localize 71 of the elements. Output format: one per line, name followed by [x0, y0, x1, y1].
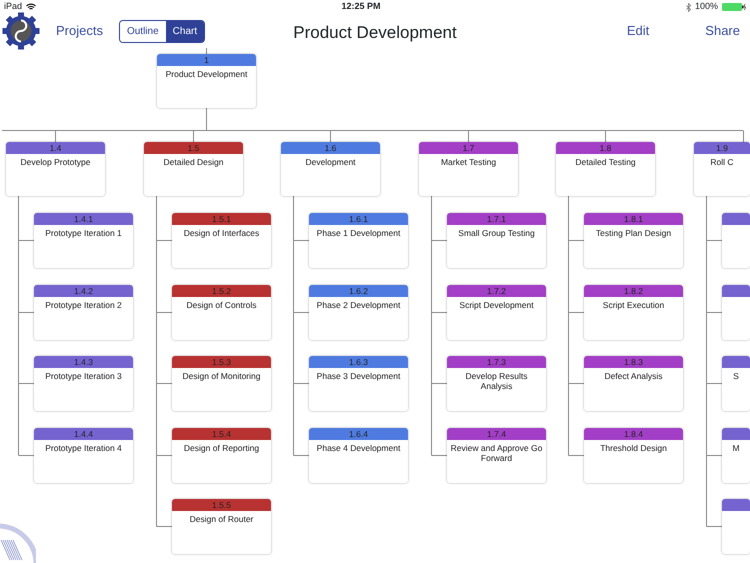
- action-link[interactable]: Edit: [626, 21, 650, 41]
- node-number: 1.4: [6, 142, 105, 154]
- node-number: 1: [157, 54, 256, 66]
- node-label: S: [733, 371, 739, 381]
- projects-link[interactable]: Projects: [56, 21, 103, 41]
- page-title: Product Development: [293, 23, 457, 42]
- node-label: Design of Router: [190, 514, 254, 524]
- node-label: Phase 2 Development: [316, 300, 400, 310]
- node-label: Phase 1 Development: [316, 228, 400, 238]
- node-number: 1.6.4: [309, 428, 408, 440]
- node-number: 1.8.3: [584, 356, 683, 368]
- node-number: 1.7.4: [447, 428, 546, 440]
- node-label: Roll C: [710, 157, 734, 167]
- action-link[interactable]: Share: [705, 21, 740, 41]
- node-number: 1.5.5: [172, 499, 271, 511]
- node-number: 1.4.4: [34, 428, 133, 440]
- node-number: 1.6: [281, 142, 380, 154]
- node-label: Design of Monitoring: [182, 371, 260, 381]
- device-name: iPad: [4, 0, 22, 14]
- node-label: Defect Analysis: [604, 371, 663, 381]
- node-label: Script Development: [459, 300, 534, 310]
- node-label: Prototype Iteration 4: [45, 443, 122, 453]
- battery-percent: 100%: [694, 0, 718, 14]
- node-number: 1.7: [419, 142, 518, 154]
- node-label: Detailed Testing: [575, 157, 636, 167]
- node-number: 1.4.1: [34, 213, 133, 225]
- status-time: 12:25 PM: [341, 0, 380, 14]
- node-number: 1.4.3: [34, 356, 133, 368]
- node-number: 1.5.3: [172, 356, 271, 368]
- node-label: Design of Interfaces: [184, 228, 260, 238]
- node-label: Phase 4 Development: [316, 443, 400, 453]
- node-number: 1.5: [144, 142, 243, 154]
- node-number: 1.7.1: [447, 213, 546, 225]
- node-label: Phase 3 Development: [316, 371, 400, 381]
- node-number: 1.8.1: [584, 213, 683, 225]
- node-label: M: [732, 443, 740, 453]
- node-label: Review and Approve Go Forward: [450, 443, 542, 463]
- node-number: 1.5.1: [172, 213, 271, 225]
- node-number: 1.4.2: [34, 285, 133, 297]
- node-label: Develop Prototype: [20, 157, 90, 167]
- node-number: 1.6.3: [309, 356, 408, 368]
- node-label: Prototype Iteration 1: [45, 228, 122, 238]
- node-label: Detailed Design: [163, 157, 224, 167]
- node-number: 1.9: [694, 142, 750, 154]
- node-number: 1.8.4: [584, 428, 683, 440]
- node-label: Design of Controls: [186, 300, 256, 310]
- node-label: Script Execution: [602, 300, 664, 310]
- node-label: Testing Plan Design: [596, 228, 672, 238]
- node-number: 1.8: [556, 142, 655, 154]
- node-label: Prototype Iteration 3: [45, 371, 122, 381]
- node-label: Design of Reporting: [184, 443, 260, 453]
- battery-icon: [722, 3, 746, 11]
- node-label: Threshold Design: [600, 443, 667, 453]
- node-number: 1.7.3: [447, 356, 546, 368]
- node-label: Prototype Iteration 2: [45, 300, 122, 310]
- segment-tab[interactable]: Chart: [166, 20, 204, 42]
- node-number: 1.5.2: [172, 285, 271, 297]
- node-label: Develop Results Analysis: [466, 371, 528, 391]
- wifi-icon: [26, 3, 36, 11]
- node-number: 1.6.2: [309, 285, 408, 297]
- node-number: 1.6.1: [309, 213, 408, 225]
- gear-logo-icon[interactable]: [2, 12, 40, 50]
- node-number: 1.7.2: [447, 285, 546, 297]
- node-number: 1.8.2: [584, 285, 683, 297]
- node-number: 1.5.4: [172, 428, 271, 440]
- node-label: Market Testing: [440, 157, 496, 167]
- bluetooth-icon: [686, 2, 691, 12]
- node-label: Product Development: [166, 69, 248, 79]
- connector-line: [206, 48, 207, 54]
- node-label: Development: [305, 157, 356, 167]
- node-label: Small Group Testing: [458, 228, 535, 238]
